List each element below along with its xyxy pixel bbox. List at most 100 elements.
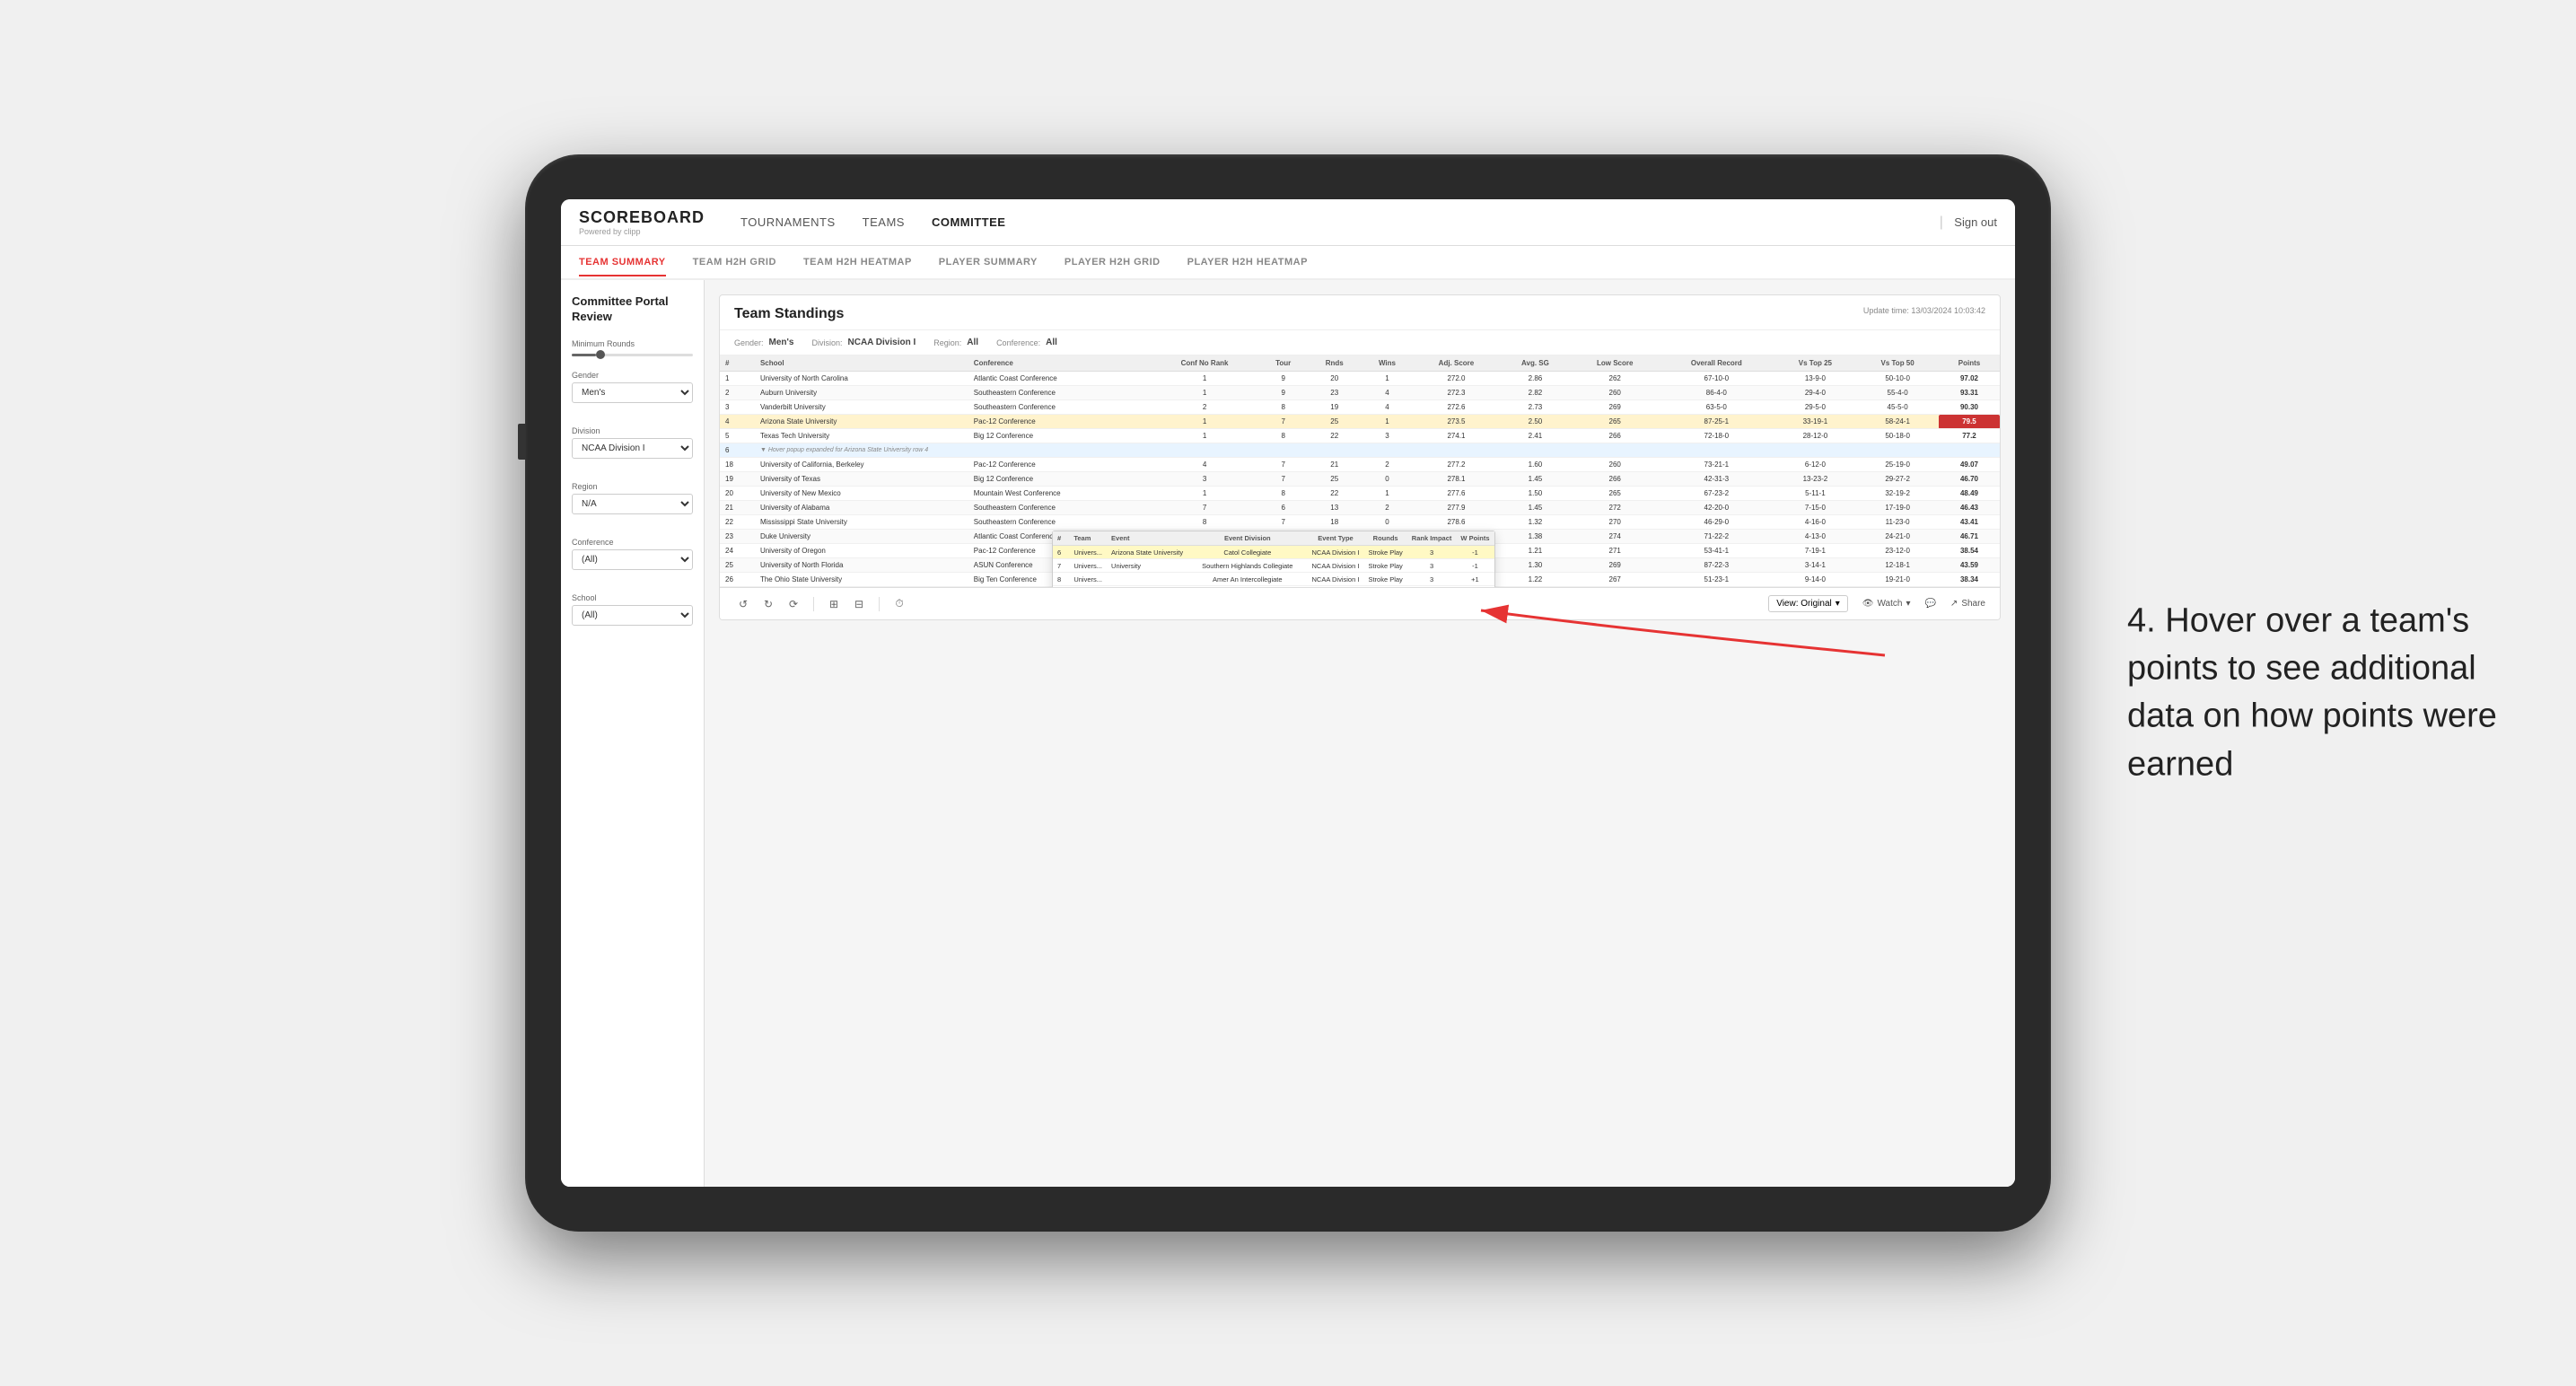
popup-col-division: Event Division	[1187, 531, 1307, 546]
toolbar-separator-2	[879, 597, 880, 611]
region-label: Region	[572, 482, 693, 491]
nav-committee[interactable]: COMMITTEE	[932, 212, 1006, 232]
sub-nav-team-h2h-grid[interactable]: TEAM H2H GRID	[693, 250, 776, 276]
col-wins: Wins	[1362, 355, 1414, 372]
col-rnds: Rnds	[1308, 355, 1362, 372]
table-row: 1 University of North Carolina Atlantic …	[720, 372, 2000, 386]
col-points: Points	[1939, 355, 2000, 372]
sign-out-button[interactable]: Sign out	[1954, 215, 1997, 229]
filter-division: Division: NCAA Division I	[811, 338, 916, 347]
table-row-popup-start: 6 ▼ Hover popup expanded for Arizona Sta…	[720, 443, 2000, 458]
sidebar-region: Region N/A	[572, 482, 693, 523]
sidebar-division: Division NCAA Division I	[572, 426, 693, 468]
sign-out-area: | Sign out	[1940, 215, 1997, 231]
watch-label: Watch	[1877, 599, 1902, 609]
bottom-toolbar: ↺ ↻ ⟳ ⊞ ⊟ ⏱ View: Ori	[720, 587, 2000, 619]
sub-nav-player-h2h-heatmap[interactable]: PLAYER H2H HEATMAP	[1187, 250, 1308, 276]
table-row: 22 Mississippi State University Southeas…	[720, 515, 2000, 530]
sidebar-portal-title: Committee Portal Review	[572, 294, 693, 325]
logo-area: SCOREBOARD Powered by clipp	[579, 208, 705, 236]
region-select[interactable]: N/A	[572, 494, 693, 514]
col-low-score: Low Score	[1571, 355, 1659, 372]
view-dropdown[interactable]: View: Original ▾	[1768, 595, 1848, 612]
col-vs-top-50: Vs Top 50	[1856, 355, 1939, 372]
min-rounds-label: Minimum Rounds	[572, 339, 693, 348]
timer-icon[interactable]: ⏱	[890, 595, 908, 613]
nav-teams[interactable]: TEAMS	[863, 212, 905, 232]
col-overall-record: Overall Record	[1659, 355, 1774, 372]
popup-col-team: Team	[1069, 531, 1107, 546]
sub-nav: TEAM SUMMARY TEAM H2H GRID TEAM H2H HEAT…	[561, 246, 2015, 280]
grid-icon[interactable]: ⊟	[850, 595, 868, 613]
top-nav: SCOREBOARD Powered by clipp TOURNAMENTS …	[561, 199, 2015, 246]
filter-gender: Gender: Men's	[734, 338, 793, 347]
tablet-screen: SCOREBOARD Powered by clipp TOURNAMENTS …	[561, 199, 2015, 1187]
nav-tournaments[interactable]: TOURNAMENTS	[740, 212, 836, 232]
toolbar-left: ↺ ↻ ⟳ ⊞ ⊟ ⏱	[734, 595, 908, 613]
comment-icon: 💬	[1924, 599, 1935, 609]
filter-region: Region: All	[933, 338, 978, 347]
sidebar-gender: Gender Men's	[572, 371, 693, 412]
filter-conference: Conference: All	[996, 338, 1057, 347]
school-select[interactable]: (All)	[572, 605, 693, 626]
toolbar-right: View: Original ▾ 👁 Watch ▾ 💬	[1768, 595, 1985, 612]
popup-row: 8 Univers... Amer An Intercollegiate NCA…	[1053, 573, 1494, 586]
popup-col-rounds: Rounds	[1363, 531, 1406, 546]
table-row: 21 University of Alabama Southeastern Co…	[720, 501, 2000, 515]
min-rounds-slider[interactable]	[572, 354, 693, 356]
col-vs-top-25: Vs Top 25	[1774, 355, 1857, 372]
logo-text: SCOREBOARD	[579, 208, 705, 227]
share-label: Share	[1961, 599, 1985, 609]
panel-title: Team Standings	[734, 306, 844, 322]
share-icon: ↗	[1950, 599, 1958, 609]
sub-nav-player-h2h-grid[interactable]: PLAYER H2H GRID	[1065, 250, 1161, 276]
popup-col-event: Event	[1107, 531, 1187, 546]
copy-icon[interactable]: ⊞	[825, 595, 843, 613]
chevron-down-icon: ▾	[1836, 599, 1840, 609]
table-row: 3 Vanderbilt University Southeastern Con…	[720, 400, 2000, 415]
comment-button[interactable]: 💬	[1924, 599, 1935, 609]
col-avg-sg: Avg. SG	[1500, 355, 1572, 372]
refresh-icon[interactable]: ⟳	[784, 595, 802, 613]
annotation-text: 4. Hover over a team's points to see add…	[2127, 598, 2504, 789]
col-rank: #	[720, 355, 755, 372]
popup-col-rank-impact: Rank Impact	[1407, 531, 1457, 546]
share-button[interactable]: ↗ Share	[1950, 599, 1985, 609]
popup-col-type: Event Type	[1308, 531, 1364, 546]
table-row: 18 University of California, Berkeley Pa…	[720, 458, 2000, 472]
school-label: School	[572, 593, 693, 602]
col-conf-no-rank: Conf No Rank	[1151, 355, 1259, 372]
sidebar: Committee Portal Review Minimum Rounds	[561, 280, 705, 1187]
undo-icon[interactable]: ↺	[734, 595, 752, 613]
sidebar-school: School (All)	[572, 593, 693, 635]
division-select[interactable]: NCAA Division I	[572, 438, 693, 459]
table-row: 2 Auburn University Southeastern Confere…	[720, 386, 2000, 400]
conference-select[interactable]: (All)	[572, 549, 693, 570]
watch-button[interactable]: 👁 Watch ▾	[1862, 599, 1911, 609]
sub-nav-team-summary[interactable]: TEAM SUMMARY	[579, 250, 666, 276]
hover-popup: # Team Event Event Division Event Type R…	[1052, 531, 1495, 587]
logo-sub: Powered by clipp	[579, 227, 705, 236]
gender-select[interactable]: Men's	[572, 382, 693, 403]
popup-row: 9 Univers... National Invitational Tourn…	[1053, 586, 1494, 588]
filter-row: Gender: Men's Division: NCAA Division I …	[720, 330, 2000, 355]
panel-card: Team Standings Update time: 13/03/2024 1…	[719, 294, 2001, 620]
gender-label: Gender	[572, 371, 693, 380]
redo-icon[interactable]: ↻	[759, 595, 777, 613]
sidebar-min-rounds: Minimum Rounds	[572, 339, 693, 356]
main-content: Committee Portal Review Minimum Rounds	[561, 280, 2015, 1187]
tablet-frame: SCOREBOARD Powered by clipp TOURNAMENTS …	[525, 154, 2051, 1232]
watch-chevron-icon: ▾	[1906, 599, 1910, 609]
col-school: School	[755, 355, 968, 372]
table-row: 20 University of New Mexico Mountain Wes…	[720, 487, 2000, 501]
popup-col-w-points: W Points	[1456, 531, 1494, 546]
popup-col-num: #	[1053, 531, 1069, 546]
table-row-arizona[interactable]: 4 Arizona State University Pac-12 Confer…	[720, 415, 2000, 429]
sub-nav-player-summary[interactable]: PLAYER SUMMARY	[939, 250, 1038, 276]
col-tour: Tour	[1259, 355, 1308, 372]
nav-items: TOURNAMENTS TEAMS COMMITTEE	[740, 212, 1940, 232]
sidebar-portal-section: Committee Portal Review	[572, 294, 693, 325]
view-label: View: Original	[1776, 599, 1832, 609]
update-time: Update time: 13/03/2024 10:03:42	[1863, 306, 1985, 315]
sub-nav-team-h2h-heatmap[interactable]: TEAM H2H HEATMAP	[803, 250, 912, 276]
